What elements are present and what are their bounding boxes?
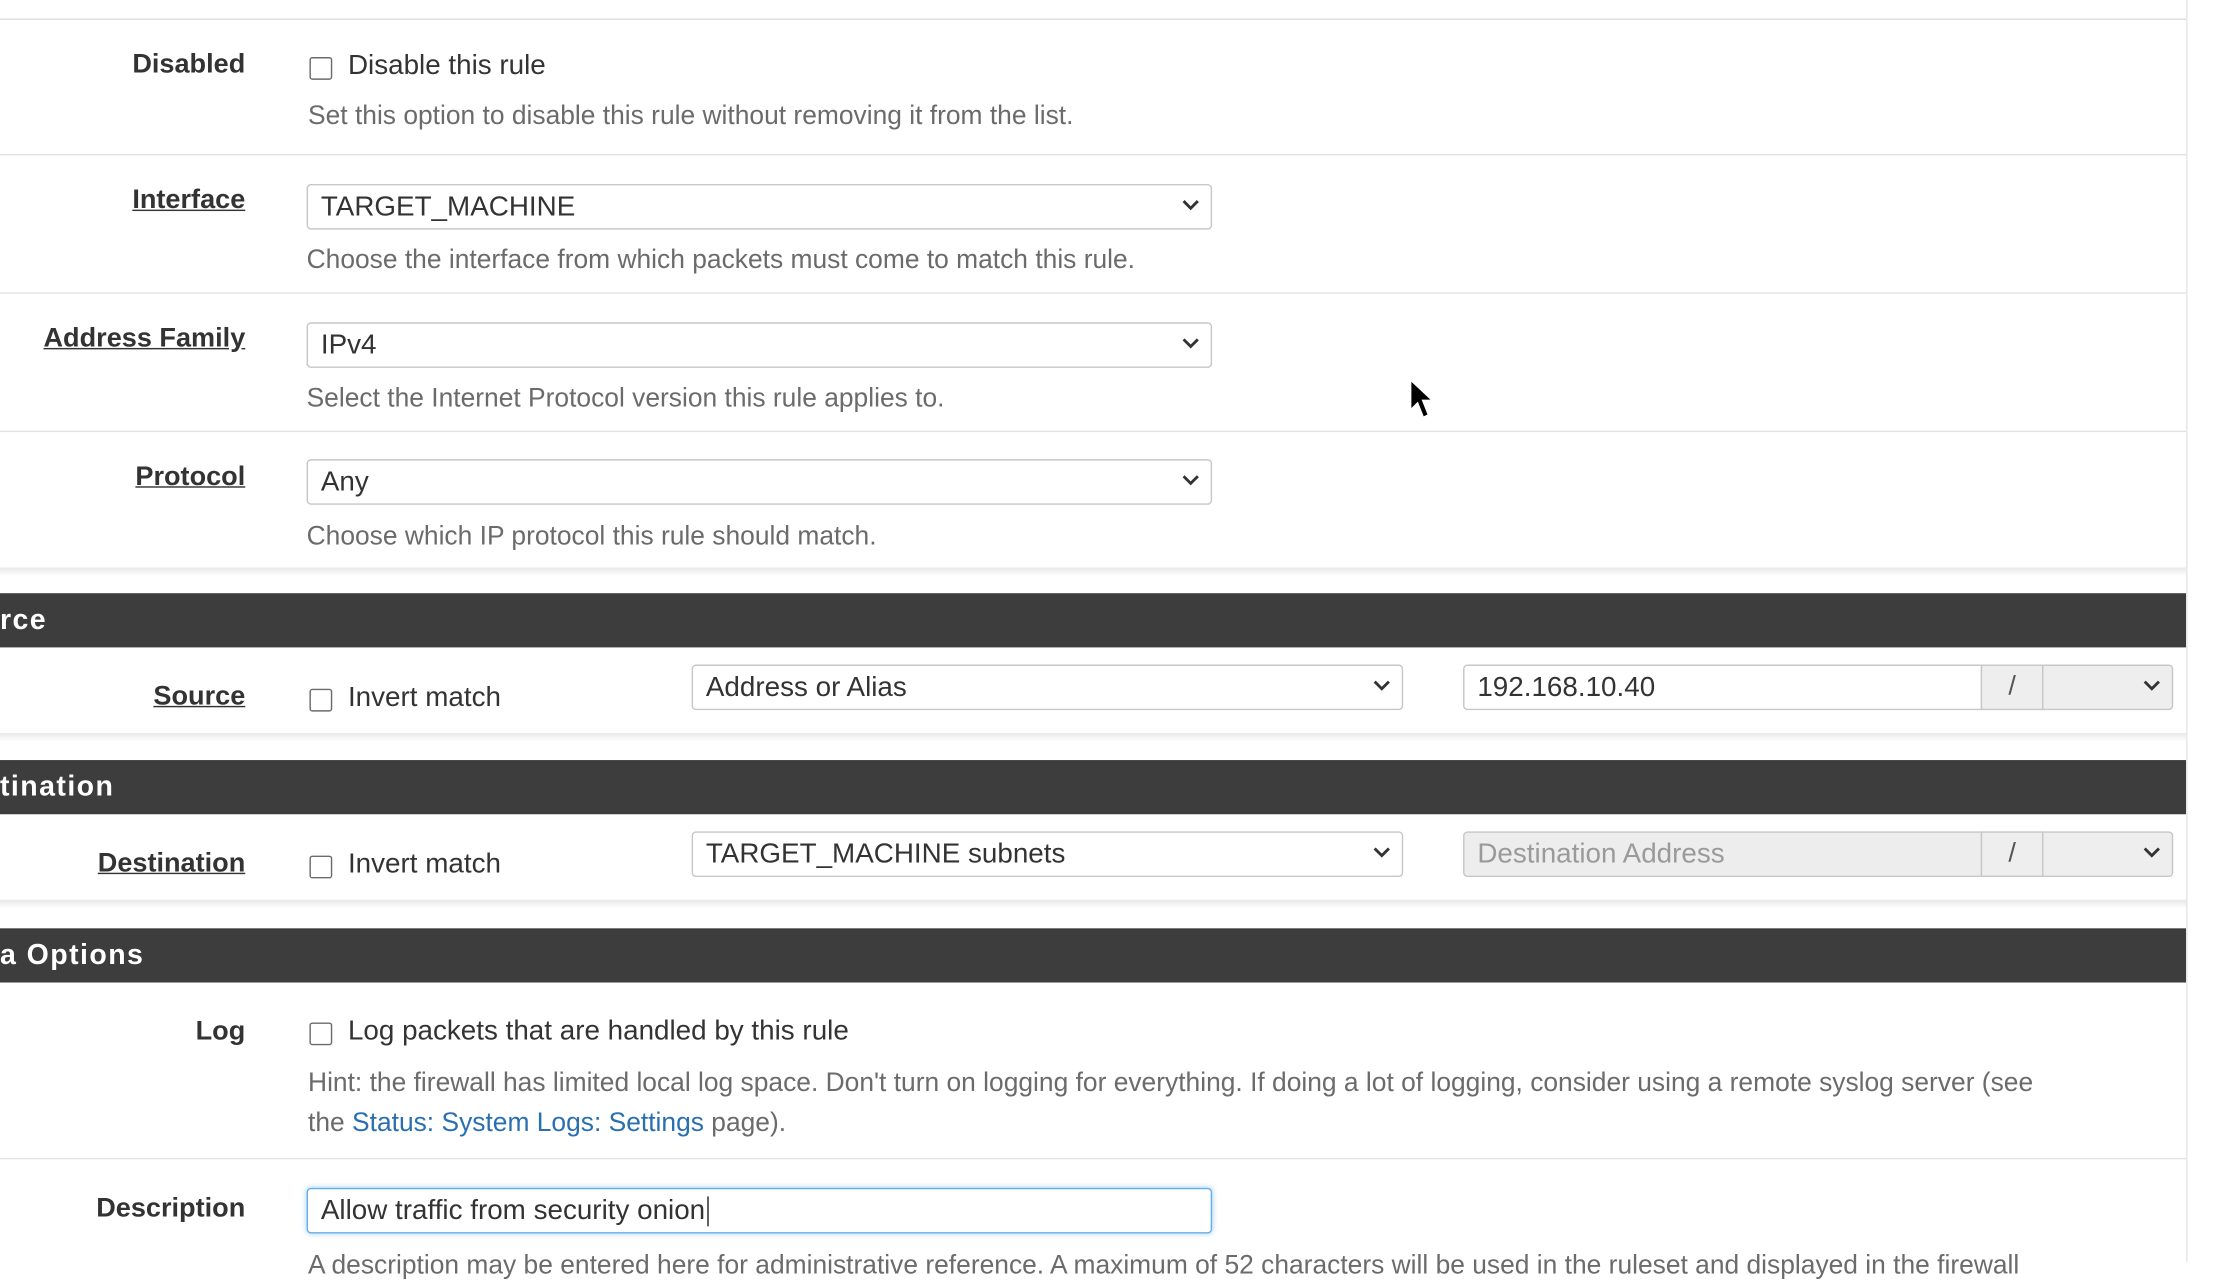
destination-invert-checkbox[interactable] [309,855,333,879]
panel-shadow [0,732,2187,742]
source-type-select[interactable]: Address or Alias [691,664,1404,711]
chevron-down-icon [2143,680,2160,691]
description-input[interactable]: Allow traffic from security onion [306,1187,1213,1234]
system-logs-settings-link[interactable]: Status: System Logs: Settings [352,1107,704,1137]
interface-select-value: TARGET_MACHINE [320,191,576,223]
source-label[interactable]: Source [153,682,245,713]
mouse-pointer-icon [1409,377,1436,420]
source-address-input[interactable]: 192.168.10.40 [1463,664,1983,711]
destination-label[interactable]: Destination [98,848,246,879]
log-label: Log [195,1016,246,1047]
chevron-down-icon [2143,847,2160,858]
source-cidr-separator: / [1980,664,2044,711]
description-label: Description [96,1193,246,1224]
address-family-label[interactable]: Address Family [43,324,245,355]
description-help: A description may be entered here for ad… [308,1249,2020,1280]
destination-cidr-select[interactable] [2042,831,2174,877]
destination-invert-label: Invert match [347,848,501,880]
disabled-help: Set this option to disable this rule wit… [308,99,1074,130]
log-checkbox-label: Log packets that are handled by this rul… [347,1015,849,1047]
address-family-help: Select the Internet Protocol version thi… [306,382,945,413]
extra-options-section-header: a Options [0,928,2187,983]
destination-cidr-separator: / [1980,831,2044,877]
source-invert-label: Invert match [347,681,501,713]
row-divider [0,430,2187,433]
row-divider [0,292,2187,294]
row-divider [0,1157,2187,1160]
protocol-select-value: Any [320,466,369,498]
log-hint-the: the [308,1106,353,1137]
log-hint-line2: the Status: System Logs: Settings page). [308,1107,786,1138]
destination-address-placeholder: Destination Address [1477,838,1725,870]
log-checkbox[interactable] [309,1022,333,1046]
source-section-title: rce [0,604,48,636]
address-family-select-value: IPv4 [320,329,377,361]
log-hint-line1: Hint: the firewall has limited local log… [308,1066,2034,1097]
source-address-value: 192.168.10.40 [1477,671,1656,704]
destination-type-select[interactable]: TARGET_MACHINE subnets [691,831,1404,877]
destination-section-header: tination [0,760,2187,815]
page-viewport: Disabled Disable this rule Set this opti… [0,0,2236,1279]
extra-options-section-title: a Options [0,939,145,972]
description-value: Allow traffic from security onion [320,1194,706,1227]
row-divider [0,154,2187,156]
disabled-label: Disabled [132,49,246,80]
log-hint-suffix: page). [703,1106,787,1137]
top-clipped-strip [0,0,2187,20]
disable-rule-checkbox[interactable] [309,57,333,80]
source-section-header: rce [0,593,2187,648]
destination-section-title: tination [0,771,115,803]
page-right-gutter [2186,0,2236,1263]
chevron-down-icon [1182,338,1199,349]
text-caret [706,1196,709,1227]
interface-label[interactable]: Interface [132,185,245,216]
source-invert-checkbox[interactable] [309,688,333,712]
interface-select[interactable]: TARGET_MACHINE [306,183,1213,230]
source-cidr-select[interactable] [2042,664,2174,711]
disable-rule-label: Disable this rule [347,49,546,82]
protocol-select[interactable]: Any [306,459,1213,505]
panel-shadow [0,899,2187,909]
interface-help: Choose the interface from which packets … [306,243,1136,274]
chevron-down-icon [1373,847,1390,858]
protocol-help: Choose which IP protocol this rule shoul… [306,520,877,551]
destination-type-value: TARGET_MACHINE subnets [705,838,1066,870]
destination-address-input[interactable]: Destination Address [1463,831,1983,877]
chevron-down-icon [1182,475,1199,486]
chevron-down-icon [1182,200,1199,211]
protocol-label[interactable]: Protocol [135,462,245,493]
source-type-value: Address or Alias [705,671,907,704]
panel-shadow [0,567,2187,577]
chevron-down-icon [1373,680,1390,691]
address-family-select[interactable]: IPv4 [306,322,1213,368]
